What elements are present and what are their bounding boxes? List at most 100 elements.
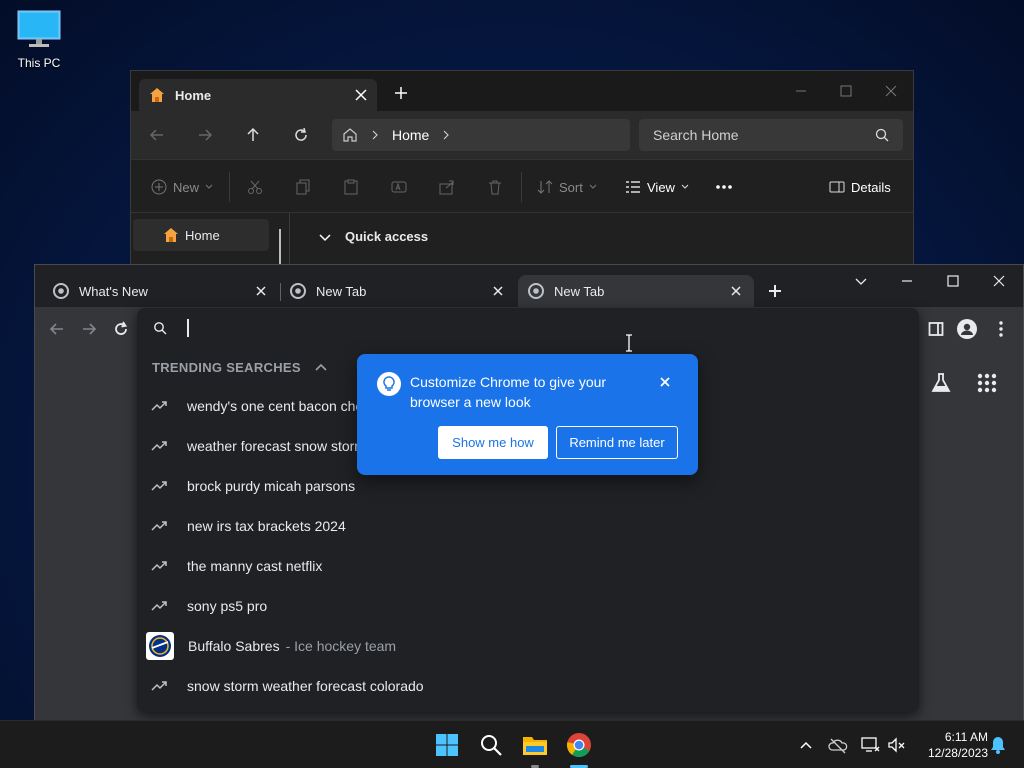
search-icon[interactable] bbox=[477, 731, 505, 759]
labs-flask-icon[interactable] bbox=[929, 371, 953, 395]
rename-icon[interactable] bbox=[391, 177, 407, 197]
cut-icon[interactable] bbox=[247, 177, 263, 197]
nav-scrollbar[interactable] bbox=[279, 229, 281, 269]
reload-icon[interactable] bbox=[111, 319, 131, 339]
share-icon[interactable] bbox=[439, 177, 455, 197]
maximize-icon[interactable] bbox=[832, 77, 860, 105]
details-button[interactable]: Details bbox=[829, 177, 891, 197]
breadcrumb-home[interactable]: Home bbox=[392, 127, 429, 143]
system-clock[interactable]: 6:11 AM 12/28/2023 bbox=[912, 729, 988, 761]
copy-icon[interactable] bbox=[295, 177, 311, 197]
maximize-icon[interactable] bbox=[945, 273, 961, 289]
delete-icon[interactable] bbox=[487, 177, 503, 197]
trending-arrow-icon bbox=[151, 437, 169, 455]
lightbulb-icon bbox=[377, 372, 401, 396]
notification-bell-icon[interactable] bbox=[988, 735, 1008, 755]
plus-circle-icon bbox=[151, 179, 167, 195]
search-icon bbox=[153, 321, 167, 335]
tab-search-chevron-icon[interactable] bbox=[853, 273, 869, 289]
chrome-logo-icon bbox=[528, 283, 544, 299]
quick-access-label: Quick access bbox=[345, 229, 429, 244]
chrome-tab-new-1[interactable]: New Tab bbox=[280, 275, 516, 307]
profile-avatar-icon[interactable] bbox=[957, 319, 977, 339]
show-me-how-button[interactable]: Show me how bbox=[438, 426, 548, 459]
suggestion-item[interactable]: Buffalo Sabres - Ice hockey team bbox=[137, 626, 919, 666]
new-button[interactable]: New bbox=[151, 177, 213, 197]
suggestion-item[interactable]: the manny cast netflix bbox=[137, 546, 919, 586]
volume-muted-icon[interactable] bbox=[886, 735, 906, 755]
details-label: Details bbox=[851, 179, 891, 195]
clock-date: 12/28/2023 bbox=[927, 746, 988, 760]
customize-chrome-popup: Customize Chrome to give your browser a … bbox=[357, 354, 698, 475]
suggestion-text: new irs tax brackets 2024 bbox=[187, 518, 346, 534]
side-panel-icon[interactable] bbox=[928, 321, 944, 337]
suggestion-subtext: - Ice hockey team bbox=[285, 638, 397, 654]
close-icon[interactable] bbox=[490, 283, 506, 299]
nav-pane-home[interactable]: Home bbox=[133, 219, 269, 251]
refresh-icon[interactable] bbox=[291, 125, 311, 145]
trending-arrow-icon bbox=[151, 517, 169, 535]
network-icon[interactable] bbox=[860, 735, 880, 755]
close-icon[interactable] bbox=[355, 89, 367, 101]
forward-arrow-icon[interactable] bbox=[79, 319, 99, 339]
home-outline-icon bbox=[342, 127, 358, 143]
explorer-addressbar: Home Search Home bbox=[131, 111, 913, 159]
quick-access-header[interactable]: Quick access bbox=[319, 229, 428, 244]
chrome-logo-icon bbox=[290, 283, 306, 299]
view-button[interactable]: View bbox=[625, 177, 689, 197]
tab-label: What's New bbox=[79, 283, 148, 299]
file-explorer-folder-icon[interactable] bbox=[521, 731, 549, 759]
suggestion-item[interactable]: sony ps5 pro bbox=[137, 586, 919, 626]
this-pc-desktop-icon[interactable]: This PC bbox=[10, 10, 68, 70]
trending-arrow-icon bbox=[151, 397, 169, 415]
minimize-icon[interactable] bbox=[899, 273, 915, 289]
section-title: TRENDING SEARCHES bbox=[152, 360, 301, 375]
home-icon bbox=[163, 227, 179, 243]
back-arrow-icon[interactable] bbox=[147, 125, 167, 145]
clock-time: 6:11 AM bbox=[944, 730, 988, 744]
window-close-icon[interactable] bbox=[991, 273, 1007, 289]
close-icon[interactable] bbox=[728, 283, 744, 299]
suggestion-item[interactable]: snow storm weather forecast colorado bbox=[137, 666, 919, 706]
paste-icon[interactable] bbox=[343, 177, 359, 197]
window-close-icon[interactable] bbox=[877, 77, 905, 105]
chrome-tabstrip: What's New New Tab New Tab bbox=[35, 265, 1023, 307]
chrome-tab-whats-new[interactable]: What's New bbox=[43, 275, 279, 307]
up-arrow-icon[interactable] bbox=[243, 125, 263, 145]
apps-grid-icon[interactable] bbox=[977, 373, 997, 393]
remind-me-later-button[interactable]: Remind me later bbox=[556, 426, 678, 459]
sort-label: Sort bbox=[559, 179, 583, 195]
back-arrow-icon[interactable] bbox=[47, 319, 67, 339]
omnibox-input[interactable] bbox=[185, 316, 885, 340]
monitor-icon bbox=[17, 10, 61, 50]
chrome-tab-new-2[interactable]: New Tab bbox=[518, 275, 754, 307]
chevron-down-icon bbox=[681, 183, 689, 191]
minimize-icon[interactable] bbox=[787, 77, 815, 105]
explorer-tab-home[interactable]: Home bbox=[139, 79, 377, 111]
kebab-menu-icon[interactable] bbox=[993, 319, 1009, 339]
toolbar-divider bbox=[521, 172, 522, 202]
onedrive-offline-icon[interactable] bbox=[828, 735, 848, 755]
windows-start-icon[interactable] bbox=[433, 731, 461, 759]
explorer-command-bar: New Sort View Details bbox=[131, 159, 913, 213]
suggestion-text: sony ps5 pro bbox=[187, 598, 268, 614]
breadcrumb[interactable]: Home bbox=[332, 119, 630, 151]
suggestion-text: Buffalo Sabres bbox=[188, 638, 280, 654]
more-options-icon[interactable] bbox=[715, 177, 733, 197]
close-icon[interactable] bbox=[253, 283, 269, 299]
chrome-taskbar-icon[interactable] bbox=[565, 731, 593, 759]
chevron-up-icon[interactable] bbox=[796, 735, 816, 755]
close-icon[interactable] bbox=[657, 374, 673, 390]
forward-arrow-icon[interactable] bbox=[195, 125, 215, 145]
suggestion-item[interactable]: new irs tax brackets 2024 bbox=[137, 506, 919, 546]
suggestion-text: weather forecast snow storm bbox=[187, 438, 366, 454]
explorer-search-input[interactable]: Search Home bbox=[639, 119, 903, 151]
tab-label: New Tab bbox=[554, 283, 605, 299]
plus-icon[interactable] bbox=[391, 83, 411, 103]
sort-button[interactable]: Sort bbox=[537, 177, 597, 197]
explorer-titlebar: Home bbox=[131, 71, 913, 111]
view-label: View bbox=[647, 179, 675, 195]
new-tab-plus-icon[interactable] bbox=[765, 281, 785, 301]
trending-searches-header[interactable]: TRENDING SEARCHES bbox=[152, 360, 327, 375]
suggestion-text: brock purdy micah parsons bbox=[187, 478, 356, 494]
